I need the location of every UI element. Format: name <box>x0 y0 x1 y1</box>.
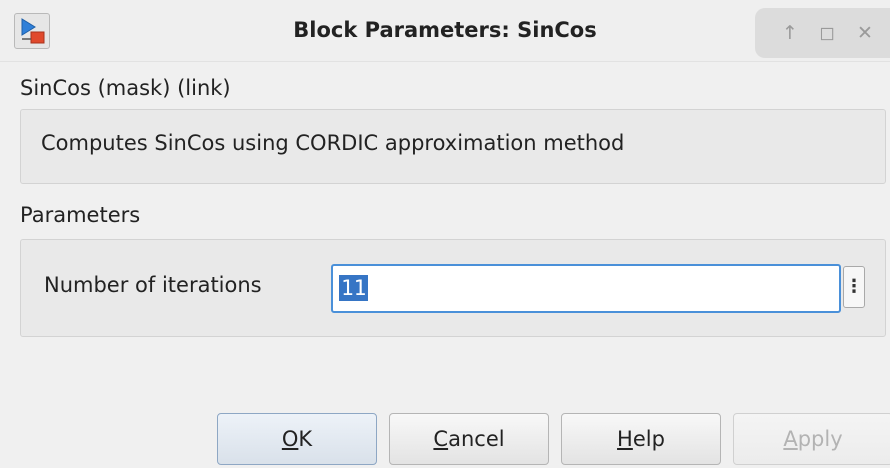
window-controls: ↑ ◻ ✕ <box>755 8 890 58</box>
iterations-label: Number of iterations <box>44 273 262 297</box>
parameters-header: Parameters <box>20 203 141 227</box>
mask-description: Computes SinCos using CORDIC approximati… <box>41 131 625 155</box>
title-bar: Block Parameters: SinCos ↑ ◻ ✕ <box>0 0 890 62</box>
apply-button: Apply <box>733 413 890 465</box>
cancel-button[interactable]: Cancel <box>389 413 549 465</box>
close-icon[interactable]: ✕ <box>852 20 878 46</box>
maximize-icon[interactable]: ◻ <box>814 20 840 46</box>
parameter-menu-button[interactable]: ⋮ <box>843 266 865 308</box>
parameters-group: Number of iterations 11 ⋮ <box>20 239 886 337</box>
mask-header: SinCos (mask) (link) <box>20 76 231 100</box>
ok-button[interactable]: OK <box>217 413 377 465</box>
iterations-input[interactable]: 11 <box>331 264 841 313</box>
description-group: Computes SinCos using CORDIC approximati… <box>20 109 886 184</box>
help-button[interactable]: Help <box>561 413 721 465</box>
iterations-value: 11 <box>339 275 369 301</box>
arrow-up-icon[interactable]: ↑ <box>777 20 803 46</box>
